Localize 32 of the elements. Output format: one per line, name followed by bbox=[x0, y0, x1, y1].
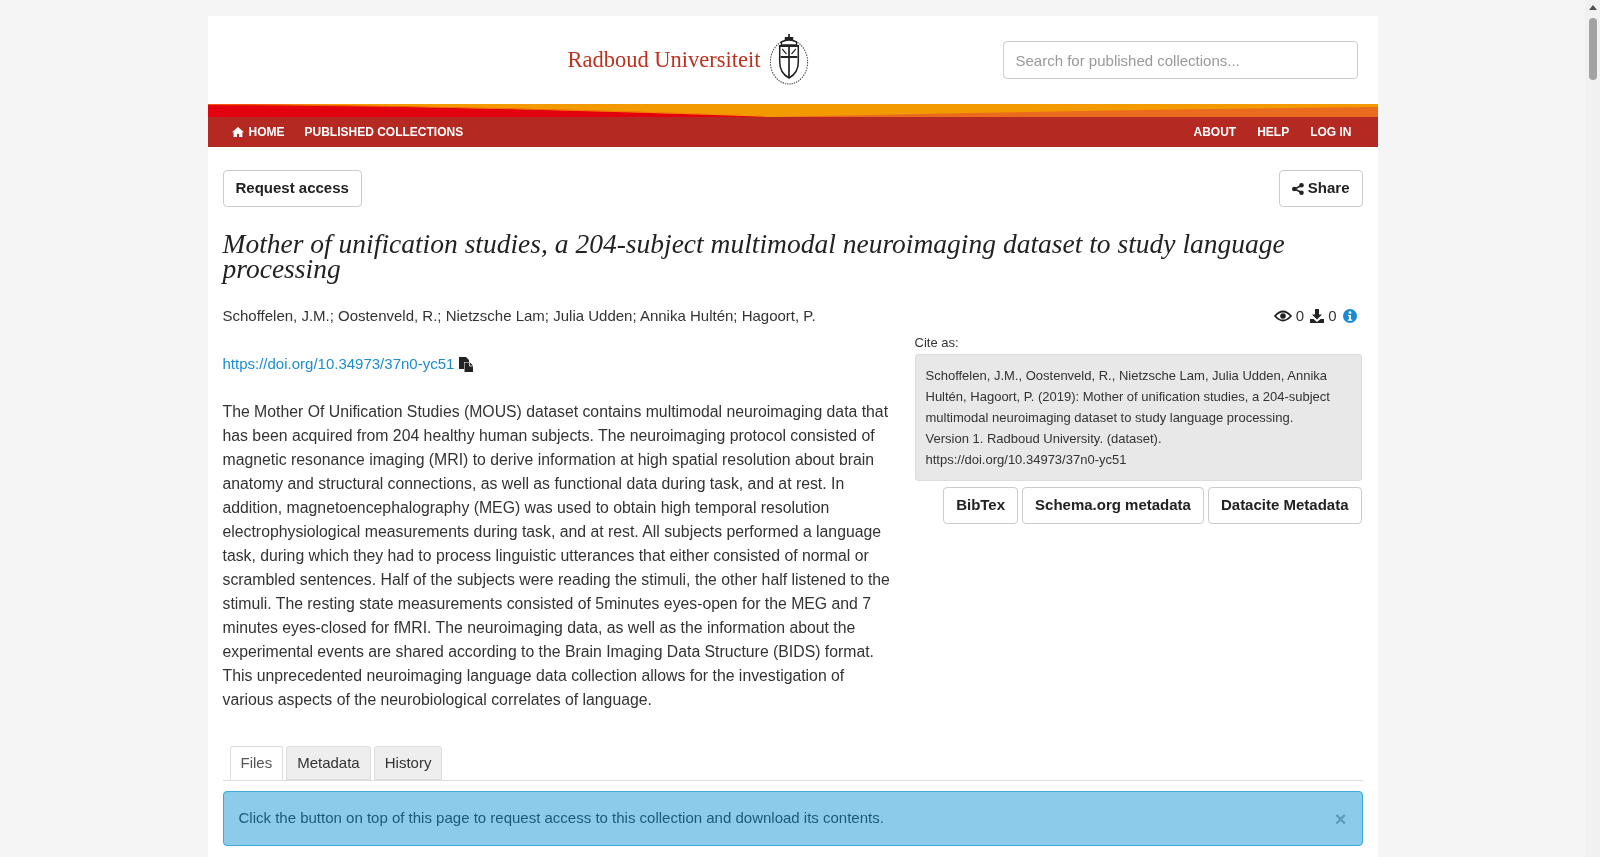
tab[interactable]: History bbox=[373, 746, 443, 780]
export-button[interactable]: Datacite Metadata bbox=[1207, 487, 1362, 524]
home-icon bbox=[231, 127, 244, 137]
alert-message: Click the button on top of this page to request access to this collection and download its contents. bbox=[238, 808, 884, 829]
copy-icon[interactable] bbox=[459, 356, 474, 372]
nav-link[interactable]: HOME bbox=[231, 123, 285, 141]
nav-link[interactable]: PUBLISHED COLLECTIONS bbox=[304, 123, 464, 141]
scroll-up-arrow-icon[interactable] bbox=[1588, 5, 1597, 10]
citation-box: Schoffelen, J.M., Oostenveld, R., Nietzsche Lam, Julia Udden, Annika Hultén, Hagoort, P. (2019): Mother of unification studies, a 204-subject multimodal neuroimaging dataset to study language processing. Version 1. Radboud University. (dataset). https://doi.org/10.34973/37n0-yc51 bbox=[914, 354, 1362, 481]
nav-link[interactable]: ABOUT bbox=[1193, 123, 1237, 141]
eye-icon bbox=[1273, 310, 1292, 322]
cite-label: Cite as: bbox=[914, 334, 960, 352]
author-list: Schoffelen, J.M.; Oostenveld, R.; Nietzsche Lam; Julia Udden; Annika Hultén; Hagoort, P. bbox=[222, 305, 892, 327]
share-button[interactable]: Share bbox=[1278, 170, 1363, 207]
share-icon bbox=[1291, 182, 1304, 195]
logo-wordmark[interactable]: Radboud Universiteit bbox=[567, 48, 761, 72]
download-count: 0 bbox=[1328, 305, 1337, 326]
request-access-button[interactable]: Request access bbox=[222, 170, 362, 207]
scrollbar-thumb[interactable] bbox=[1588, 18, 1597, 80]
doi-link[interactable]: https://doi.org/10.34973/37n0-yc51 bbox=[222, 352, 455, 376]
export-button[interactable]: Schema.org metadata bbox=[1022, 487, 1204, 524]
description-text: The Mother Of Unification Studies (MOUS) dataset contains multimodal neuroimaging data that has been acquired from 204 healthy human subjects. The neuroimaging protocol consisted of magnetic resonance imaging (MRI) to derive information at high spatial resolution about brain anatomy and structural connections, as well as functional data during task, and at rest. In addition, magnetoencephalography (MEG) was used to obtain high temporal resolution electrophysiological measurements during task, and at rest. All subjects performed a language task, during which they had to process linguistic utterances that either consisted of normal or scrambled sentences. Half of the subjects were reading the stimuli, the other half listened to the stimuli. The resting state measurements consisted of 5minutes eyes-open for the MEG and 7 minutes eyes-closed for fMRI. The neuroimaging data, as well as the information about the experimental events are shared according to the Brain Imaging Data Structure (BIDS) format. This unprecedented neuroimaging language data collection allows for the investigation of various aspects of the neurobiological correlates of language. bbox=[222, 402, 891, 710]
tab[interactable]: Metadata bbox=[286, 746, 371, 780]
export-button[interactable]: BibTex bbox=[943, 487, 1019, 524]
scrollbar[interactable] bbox=[1585, 0, 1600, 857]
tab[interactable]: Files bbox=[229, 746, 284, 780]
info-icon[interactable] bbox=[1342, 309, 1357, 323]
nav-link[interactable]: HELP bbox=[1257, 123, 1290, 141]
search-field[interactable]: Search for published collections... bbox=[1002, 41, 1358, 79]
download-icon bbox=[1310, 309, 1325, 323]
view-count: 0 bbox=[1295, 305, 1305, 326]
nav-link[interactable]: LOG IN bbox=[1310, 123, 1352, 141]
